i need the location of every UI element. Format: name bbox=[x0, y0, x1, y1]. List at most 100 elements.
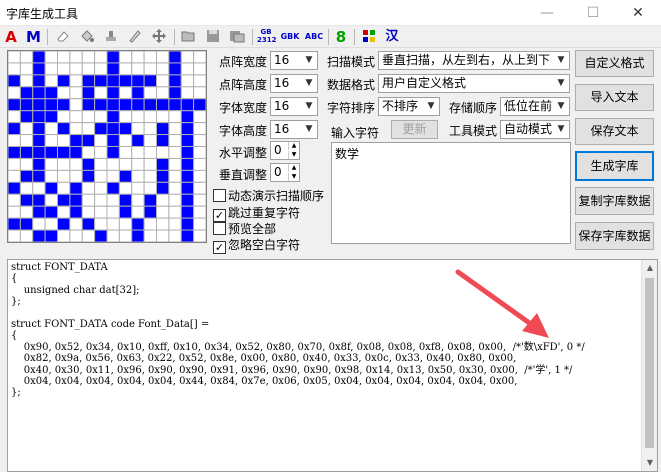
glyph-cell[interactable] bbox=[106, 134, 120, 147]
glyph-cell[interactable] bbox=[57, 110, 71, 124]
glyph-cell[interactable] bbox=[180, 146, 195, 159]
code-output-textarea[interactable]: struct FONT_DATA { unsigned char dat[32]… bbox=[7, 259, 658, 472]
glyph-cell[interactable] bbox=[94, 157, 108, 171]
glyph-cell[interactable] bbox=[168, 181, 182, 195]
glyph-cell[interactable] bbox=[69, 217, 83, 231]
glyph-cell[interactable] bbox=[143, 134, 158, 147]
minimize-button[interactable]: — bbox=[524, 0, 570, 26]
glyph-cell[interactable] bbox=[8, 157, 21, 171]
glyph-cell[interactable] bbox=[106, 205, 120, 219]
glyph-cell[interactable] bbox=[131, 205, 145, 219]
glyph-cell[interactable] bbox=[8, 169, 21, 183]
glyph-cell[interactable] bbox=[57, 181, 71, 195]
glyph-cell[interactable] bbox=[168, 74, 182, 88]
glyph-cell[interactable] bbox=[32, 217, 46, 231]
glyph-cell[interactable] bbox=[106, 193, 120, 207]
glyph-cell[interactable] bbox=[131, 86, 145, 100]
glyph-cell[interactable] bbox=[69, 205, 83, 219]
glyph-cell[interactable] bbox=[180, 122, 195, 136]
glyph-cell[interactable] bbox=[106, 157, 120, 171]
glyph-cell[interactable] bbox=[19, 134, 34, 147]
glyph-cell[interactable] bbox=[44, 146, 59, 159]
scroll-thumb[interactable] bbox=[645, 278, 654, 448]
glyph-cell[interactable] bbox=[19, 193, 34, 207]
glyph-cell[interactable] bbox=[193, 51, 206, 64]
glyph-cell[interactable] bbox=[69, 110, 83, 124]
glyph-cell[interactable] bbox=[94, 169, 108, 183]
glyph-cell[interactable] bbox=[8, 205, 21, 219]
fill-bucket-icon[interactable] bbox=[78, 28, 96, 46]
glyph-cell[interactable] bbox=[94, 74, 108, 88]
glyph-cell[interactable] bbox=[19, 169, 34, 183]
glyph-cell[interactable] bbox=[131, 217, 145, 231]
glyph-cell[interactable] bbox=[44, 110, 59, 124]
glyph-cell[interactable] bbox=[180, 229, 195, 242]
glyph-cell[interactable] bbox=[19, 74, 34, 88]
glyph-cell[interactable] bbox=[8, 86, 21, 100]
glyph-cell[interactable] bbox=[19, 146, 34, 159]
glyph-cell[interactable] bbox=[94, 217, 108, 231]
glyph-cell[interactable] bbox=[106, 98, 120, 112]
glyph-cell[interactable] bbox=[69, 86, 83, 100]
glyph-cell[interactable] bbox=[69, 51, 83, 64]
glyph-cell[interactable] bbox=[118, 193, 133, 207]
glyph-cell[interactable] bbox=[44, 62, 59, 76]
stamp-icon[interactable] bbox=[102, 28, 120, 46]
glyph-cell[interactable] bbox=[69, 169, 83, 183]
glyph-cell[interactable] bbox=[131, 169, 145, 183]
save-text-button[interactable]: 保存文本 bbox=[575, 118, 654, 145]
glyph-cell[interactable] bbox=[156, 134, 170, 147]
glyph-cell[interactable] bbox=[69, 229, 83, 242]
glyph-cell[interactable] bbox=[69, 62, 83, 76]
glyph-cell[interactable] bbox=[131, 146, 145, 159]
font-width-select[interactable]: 16 ▼ bbox=[270, 97, 318, 116]
checkbox-box[interactable] bbox=[213, 189, 226, 202]
glyph-grid-canvas[interactable] bbox=[8, 51, 206, 242]
glyph-cell[interactable] bbox=[118, 181, 133, 195]
glyph-cell[interactable] bbox=[8, 62, 21, 76]
glyph-cell[interactable] bbox=[106, 169, 120, 183]
glyph-cell[interactable] bbox=[8, 122, 21, 136]
glyph-cell[interactable] bbox=[94, 205, 108, 219]
glyph-cell[interactable] bbox=[156, 86, 170, 100]
chevron-down-icon[interactable]: ▼ bbox=[301, 98, 317, 115]
glyph-cell[interactable] bbox=[168, 217, 182, 231]
copy-font-data-button[interactable]: 复制字库数据 bbox=[575, 187, 654, 215]
glyph-cell[interactable] bbox=[168, 110, 182, 124]
glyph-cell[interactable] bbox=[143, 157, 158, 171]
glyph-cell[interactable] bbox=[94, 193, 108, 207]
glyph-cell[interactable] bbox=[193, 205, 206, 219]
chevron-down-icon[interactable]: ▼ bbox=[301, 75, 317, 92]
glyph-cell[interactable] bbox=[131, 157, 145, 171]
scroll-up-icon[interactable]: ▲ bbox=[642, 260, 658, 276]
dot-width-select[interactable]: 16 ▼ bbox=[270, 51, 318, 70]
generate-font-button[interactable]: 生成字库 bbox=[575, 151, 654, 181]
glyph-cell[interactable] bbox=[193, 110, 206, 124]
checkmark-icon[interactable]: ✓ bbox=[213, 241, 226, 254]
glyph-cell[interactable] bbox=[106, 122, 120, 136]
glyph-cell[interactable] bbox=[44, 86, 59, 100]
glyph-cell[interactable] bbox=[131, 62, 145, 76]
glyph-cell[interactable] bbox=[57, 62, 71, 76]
glyph-cell[interactable] bbox=[180, 205, 195, 219]
store-order-select[interactable]: 低位在前 ▼ bbox=[500, 97, 570, 116]
glyph-cell[interactable] bbox=[19, 51, 34, 64]
glyph-cell[interactable] bbox=[57, 86, 71, 100]
glyph-cell[interactable] bbox=[193, 169, 206, 183]
glyph-cell[interactable] bbox=[131, 74, 145, 88]
glyph-cell[interactable] bbox=[131, 122, 145, 136]
chevron-down-icon[interactable]: ▼ bbox=[553, 75, 569, 92]
glyph-cell[interactable] bbox=[180, 74, 195, 88]
glyph-cell[interactable] bbox=[44, 134, 59, 147]
spin-down-icon[interactable]: ▼ bbox=[288, 151, 299, 159]
glyph-cell[interactable] bbox=[118, 229, 133, 242]
chevron-down-icon[interactable]: ▼ bbox=[301, 52, 317, 69]
char-order-select[interactable]: 不排序 ▼ bbox=[378, 97, 440, 116]
glyph-cell[interactable] bbox=[32, 146, 46, 159]
h-adjust-spinner[interactable]: 0 ▲ ▼ bbox=[270, 141, 300, 160]
glyph-cell[interactable] bbox=[143, 169, 158, 183]
pencil-icon[interactable] bbox=[126, 28, 144, 46]
glyph-cell[interactable] bbox=[143, 229, 158, 242]
glyph-cell[interactable] bbox=[180, 110, 195, 124]
glyph-cell[interactable] bbox=[118, 62, 133, 76]
